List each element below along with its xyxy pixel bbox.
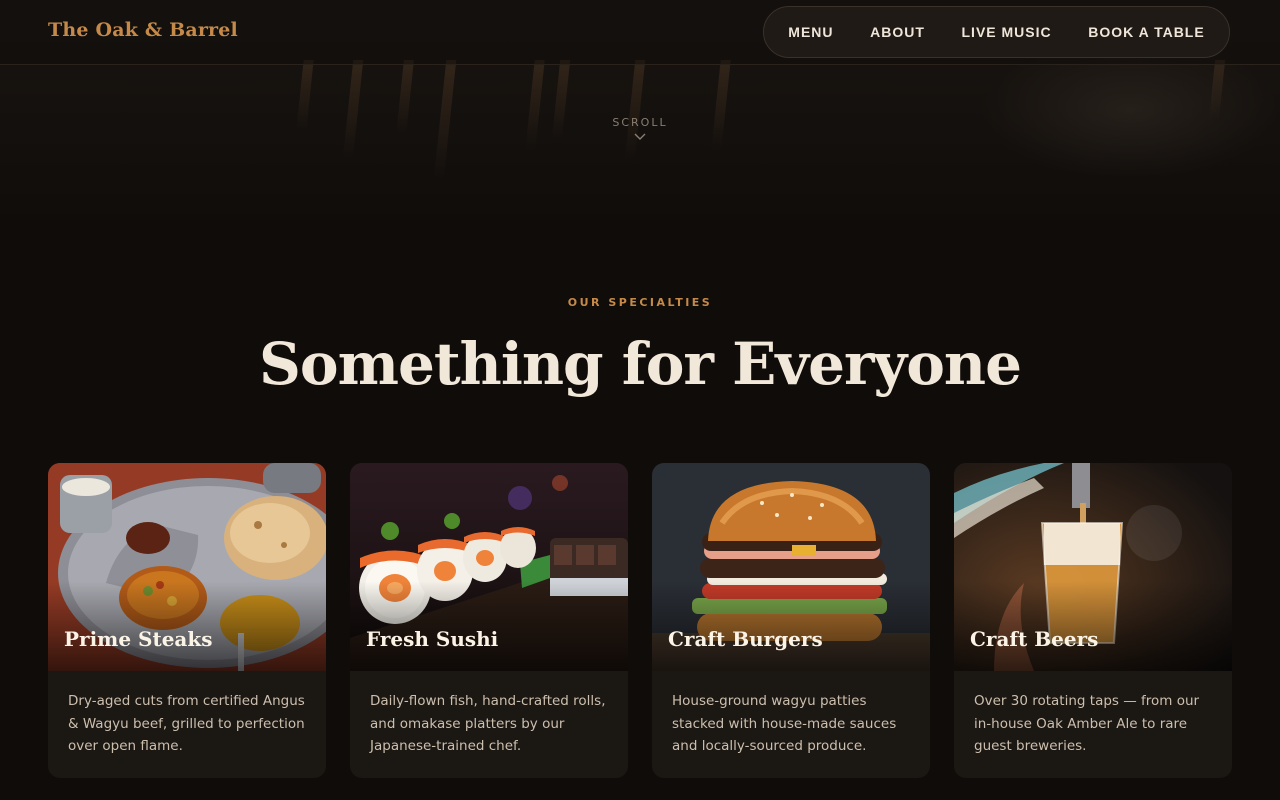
card-description: Daily-flown fish, hand-crafted rolls, an… [370, 693, 606, 754]
bar-stool-leg [525, 60, 545, 150]
section-title: Something for Everyone [259, 330, 1022, 398]
card-fresh-sushi[interactable]: Fresh Sushi Daily-flown fish, hand-craft… [350, 463, 628, 778]
brand-logo[interactable]: The Oak & Barrel [48, 19, 238, 41]
bar-stool-leg [396, 60, 414, 135]
main-nav: MENU ABOUT LIVE MUSIC BOOK A TABLE [763, 6, 1230, 58]
scroll-label: SCROLL [612, 116, 668, 129]
card-description: Over 30 rotating taps — from our in-hous… [974, 693, 1200, 754]
bar-stool-leg [551, 60, 571, 140]
chevron-down-icon [634, 133, 646, 140]
card-prime-steaks[interactable]: Prime Steaks Dry-aged cuts from certifie… [48, 463, 326, 778]
bar-stool-leg [624, 60, 646, 160]
scroll-indicator[interactable]: SCROLL [590, 116, 690, 141]
card-description: House-ground wagyu patties stacked with … [672, 693, 897, 754]
section-eyebrow: OUR SPECIALTIES [567, 296, 713, 309]
bar-stool-leg [711, 60, 731, 150]
bar-stool-leg [433, 60, 457, 180]
card-craft-burgers[interactable]: Craft Burgers House-ground wagyu patties… [652, 463, 930, 778]
card-craft-beers[interactable]: Craft Beers Over 30 rotating taps — from… [954, 463, 1232, 778]
bar-stool-leg [296, 60, 314, 130]
card-title: Prime Steaks [64, 627, 213, 651]
nav-book-table-link[interactable]: BOOK A TABLE [1088, 24, 1204, 40]
card-title: Craft Beers [970, 627, 1099, 651]
card-title: Fresh Sushi [366, 627, 499, 651]
bar-stool-leg [342, 60, 364, 160]
specialty-cards: Prime Steaks Dry-aged cuts from certifie… [48, 463, 1232, 778]
nav-live-music-link[interactable]: LIVE MUSIC [962, 24, 1052, 40]
site-header: The Oak & Barrel MENU ABOUT LIVE MUSIC B… [0, 0, 1280, 65]
nav-menu-link[interactable]: MENU [788, 24, 833, 40]
card-title: Craft Burgers [668, 627, 823, 651]
card-description: Dry-aged cuts from certified Angus & Wag… [68, 693, 305, 754]
nav-about-link[interactable]: ABOUT [870, 24, 925, 40]
